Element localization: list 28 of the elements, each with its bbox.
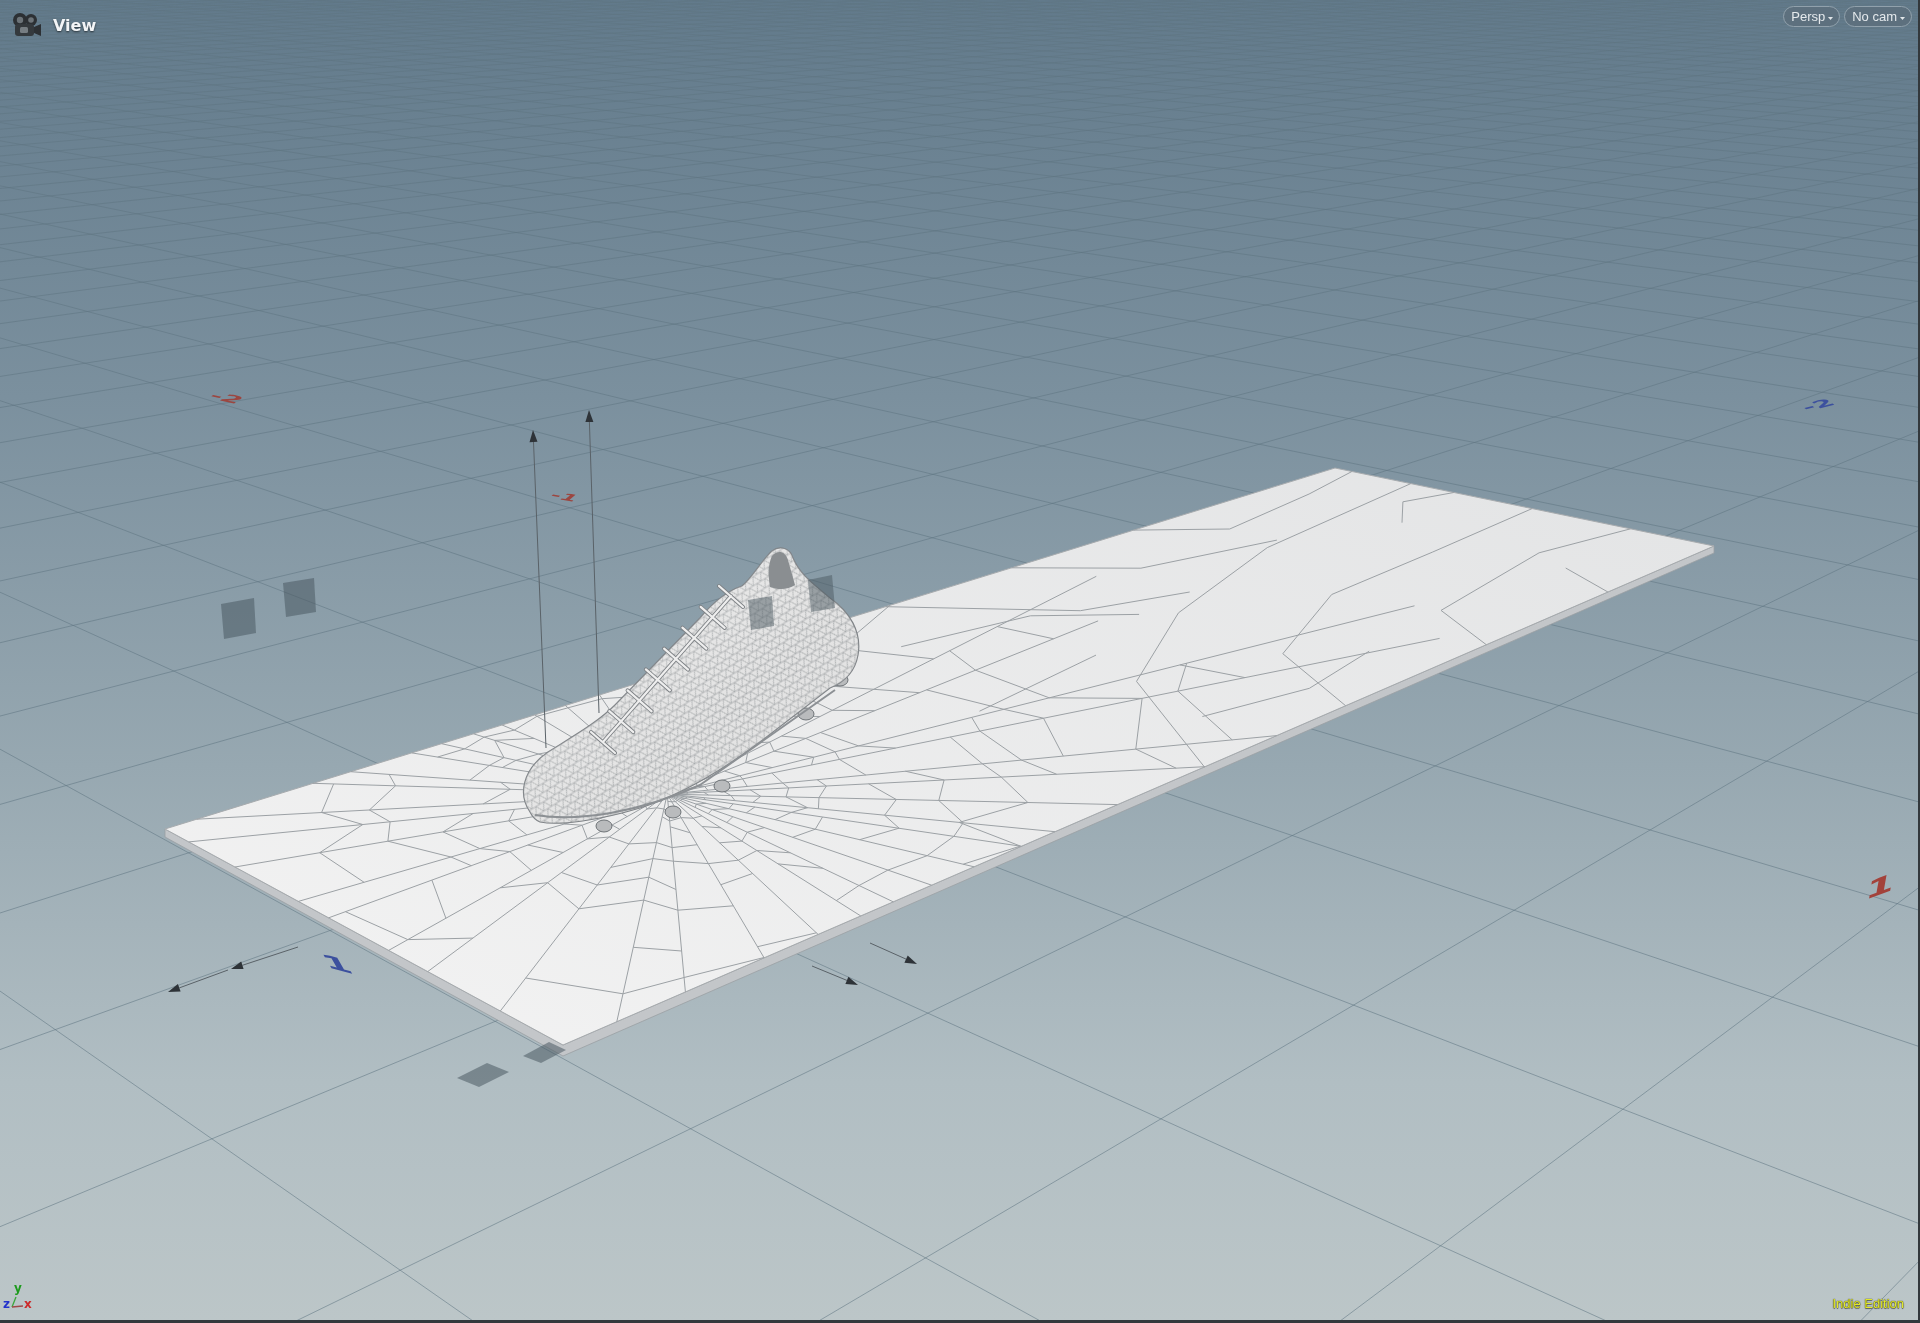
- view-menu-button[interactable]: Persp: [1783, 6, 1841, 27]
- grid-label: 1: [317, 950, 357, 978]
- camera-icon: [11, 12, 41, 38]
- grid-label: -2: [204, 390, 248, 406]
- plane-handle[interactable]: [523, 1042, 566, 1063]
- plane-handle[interactable]: [283, 578, 316, 617]
- handle-arrow[interactable]: [168, 969, 229, 992]
- axis-label: y: [14, 1282, 22, 1294]
- handle-arrow[interactable]: [869, 942, 917, 964]
- plane-handle[interactable]: [221, 598, 256, 639]
- handle-arrow[interactable]: [231, 946, 299, 970]
- plane-handle[interactable]: [748, 596, 774, 630]
- caret-icon: [1828, 16, 1834, 20]
- handle-arrow[interactable]: [585, 410, 600, 714]
- grid-label: 1: [1863, 869, 1897, 905]
- axis-label: x: [24, 1298, 32, 1310]
- view-menu-button[interactable]: No cam: [1844, 6, 1912, 27]
- handle-arrow[interactable]: [811, 965, 858, 985]
- handle-arrow[interactable]: [529, 430, 547, 749]
- plane-handle[interactable]: [808, 575, 835, 612]
- axis-triad-icon: [11, 1296, 23, 1308]
- edition-label: Indie Edition: [1832, 1296, 1904, 1311]
- plane-handle[interactable]: [457, 1063, 509, 1087]
- caret-icon: [1900, 16, 1905, 20]
- axis-label: z: [3, 1298, 10, 1310]
- viewport-title: View: [53, 15, 97, 35]
- grid-label: -1: [546, 490, 582, 504]
- grid-label: -2: [1797, 397, 1839, 413]
